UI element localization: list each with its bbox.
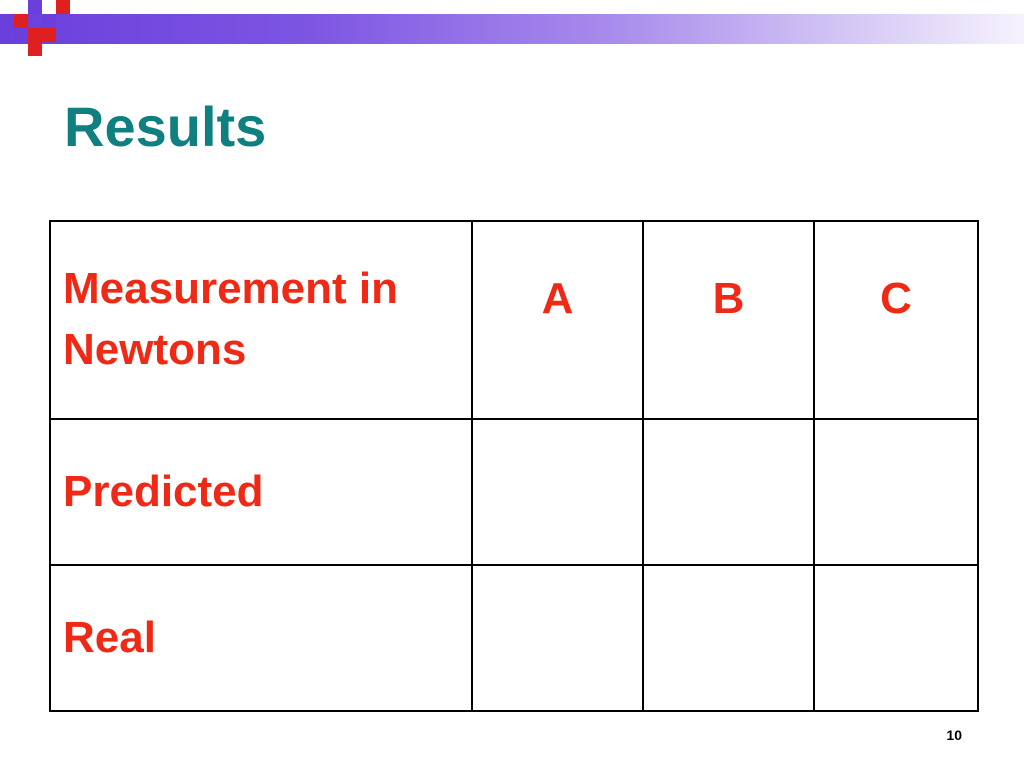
cell-real-b bbox=[642, 564, 815, 712]
cell-predicted-c bbox=[813, 418, 979, 566]
cell-real-a bbox=[471, 564, 644, 712]
slide-title: Results bbox=[64, 95, 267, 158]
table-row-real: Real bbox=[49, 564, 979, 712]
measurement-header-cell: Measurement in Newtons bbox=[49, 220, 473, 420]
results-table: Measurement in Newtons A B C Predicted R… bbox=[49, 220, 979, 712]
page-number: 10 bbox=[946, 727, 962, 743]
table-header-row: Measurement in Newtons A B C bbox=[49, 220, 979, 420]
table-row-predicted: Predicted bbox=[49, 418, 979, 566]
row-label-real: Real bbox=[49, 564, 473, 712]
row-label-predicted: Predicted bbox=[49, 418, 473, 566]
column-header-a: A bbox=[471, 220, 644, 420]
cell-predicted-a bbox=[471, 418, 644, 566]
checker-logo-icon bbox=[0, 0, 80, 64]
cell-real-c bbox=[813, 564, 979, 712]
column-header-c: C bbox=[813, 220, 979, 420]
column-header-b: B bbox=[642, 220, 815, 420]
cell-predicted-b bbox=[642, 418, 815, 566]
header-gradient-band bbox=[0, 14, 1024, 44]
